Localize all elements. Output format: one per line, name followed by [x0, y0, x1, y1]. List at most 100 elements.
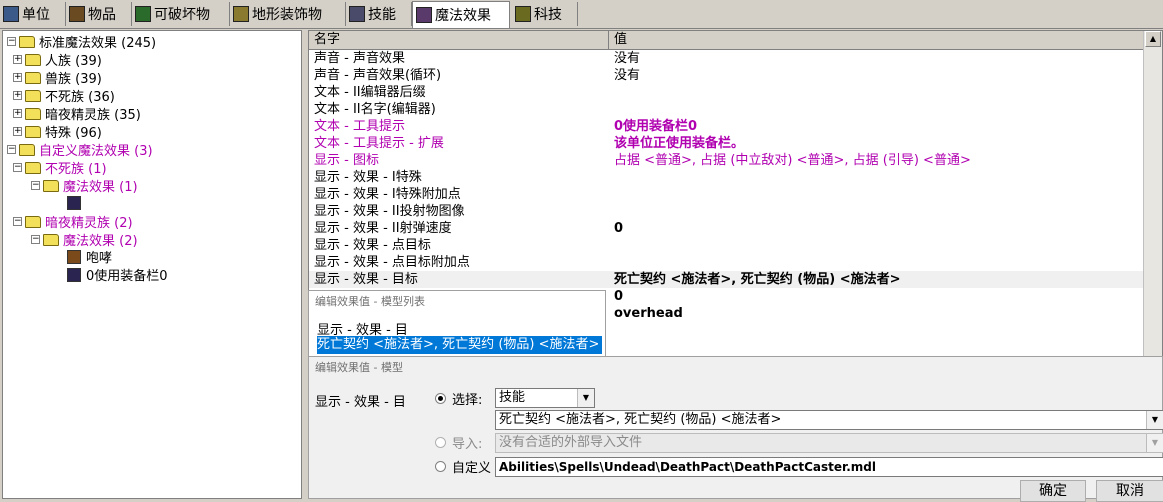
table-row[interactable]: 显示 - 效果 - II射弹速度 0	[309, 220, 1144, 237]
property-name: 文本 - II名字(编辑器)	[314, 102, 436, 117]
folder-open-icon	[19, 35, 35, 48]
collapse-icon[interactable]: −	[13, 163, 22, 172]
table-row[interactable]: 声音 - 声音效果(循环) 没有	[309, 67, 1144, 84]
buff-icon	[67, 195, 81, 210]
property-value: overhead	[614, 306, 683, 321]
property-name: 显示 - 效果 - 目标	[314, 272, 418, 287]
property-value: 占据 <普通>, 占据 (中立敌对) <普通>, 占据 (引导) <普通>	[614, 153, 971, 168]
expand-icon[interactable]: +	[13, 109, 22, 118]
radio-custom[interactable]	[435, 461, 446, 472]
table-row[interactable]: 文本 - 工具提示 0使用装备栏0	[309, 118, 1144, 135]
tree-item-roar[interactable]: 咆哮	[67, 248, 112, 266]
category-dropdown[interactable]: 技能 ▼	[495, 388, 595, 408]
collapse-icon[interactable]: −	[31, 181, 40, 190]
chevron-down-icon[interactable]: ▼	[1146, 434, 1163, 452]
property-value: 没有	[614, 68, 641, 83]
buff-icon	[416, 7, 432, 23]
collapse-icon[interactable]: −	[7, 145, 16, 154]
model-edit-dialog: 编辑效果值 - 模型 显示 - 效果 - 目 选择: 技能 ▼ 死亡契约 <施法…	[308, 356, 1163, 502]
tree-node-custom-nightelf-buffs[interactable]: − 魔法效果 (2)	[31, 231, 138, 249]
tree-node-standard-buffs[interactable]: − 标准魔法效果 (245)	[7, 33, 156, 51]
dialog-title: 编辑效果值 - 模型列表	[315, 295, 425, 308]
folder-icon	[25, 125, 41, 138]
model-dropdown[interactable]: 死亡契约 <施法者>, 死亡契约 (物品) <施法者> ▼	[495, 410, 1163, 430]
property-name: 显示 - 图标	[314, 153, 379, 168]
property-name: 文本 - 工具提示	[314, 119, 405, 134]
radio-custom-label: 自定义	[452, 461, 492, 476]
column-header-name[interactable]: 名字	[309, 31, 609, 49]
chevron-down-icon[interactable]: ▼	[1146, 411, 1163, 429]
tree-item-undead-buff[interactable]	[67, 194, 86, 211]
property-name: 声音 - 声音效果(循环)	[314, 68, 442, 83]
property-value: 0	[614, 289, 624, 304]
tree-node-human[interactable]: + 人族 (39)	[13, 51, 102, 69]
tree-node-orc[interactable]: + 兽族 (39)	[13, 69, 102, 87]
property-name: 声音 - 声音效果	[314, 51, 405, 66]
table-row[interactable]: 文本 - II名字(编辑器)	[309, 101, 1144, 118]
collapse-icon[interactable]: −	[7, 37, 16, 46]
tab-abilities[interactable]: 技能	[346, 2, 412, 26]
tree-node-custom-buffs[interactable]: − 自定义魔法效果 (3)	[7, 141, 153, 159]
tree-node-custom-nightelf[interactable]: − 暗夜精灵族 (2)	[13, 213, 133, 231]
property-name: 显示 - 效果 - 点目标	[314, 238, 431, 253]
table-row[interactable]: 显示 - 效果 - II投射物图像	[309, 203, 1144, 220]
tree-node-custom-undead[interactable]: − 不死族 (1)	[13, 159, 107, 177]
property-name: 显示 - 效果 - II射弹速度	[314, 221, 452, 236]
tree-node-undead[interactable]: + 不死族 (36)	[13, 87, 115, 105]
folder-icon	[25, 71, 41, 84]
folder-open-icon	[43, 233, 59, 246]
tab-destructibles[interactable]: 可破坏物	[132, 2, 230, 26]
radio-import[interactable]	[435, 437, 446, 448]
radio-select[interactable]	[435, 393, 446, 404]
tree-node-custom-undead-buffs[interactable]: − 魔法效果 (1)	[31, 177, 138, 195]
tab-upgrades[interactable]: 科技	[512, 2, 578, 26]
tab-doodads[interactable]: 地形装饰物	[230, 2, 346, 26]
table-row[interactable]: 显示 - 图标 占据 <普通>, 占据 (中立敌对) <普通>, 占据 (引导) …	[309, 152, 1144, 169]
property-value: 0使用装备栏0	[614, 119, 698, 134]
property-name: 显示 - 效果 - I特殊附加点	[314, 187, 461, 202]
chevron-down-icon[interactable]: ▼	[577, 389, 594, 407]
expand-icon[interactable]: +	[13, 127, 22, 136]
property-value: 0	[614, 221, 624, 236]
object-tree[interactable]: − 标准魔法效果 (245) + 人族 (39) + 兽族 (39) + 不死族…	[2, 30, 302, 499]
folder-icon	[25, 53, 41, 66]
folder-icon	[25, 107, 41, 120]
table-row[interactable]: 显示 - 效果 - 点目标	[309, 237, 1144, 254]
model-list-dialog: 编辑效果值 - 模型列表 显示 - 效果 - 目 死亡契约 <施法者>, 死亡契…	[308, 290, 606, 360]
model-list-item-selected[interactable]: 死亡契约 <施法者>, 死亡契约 (物品) <施法者>	[317, 336, 602, 354]
table-row[interactable]: 文本 - II编辑器后缀	[309, 84, 1144, 101]
tree-item-equip-slot[interactable]: 0使用装备栏0	[67, 266, 168, 284]
property-name: 显示 - 效果 - II投射物图像	[314, 204, 465, 219]
tab-items[interactable]: 物品	[66, 2, 132, 26]
tree-node-special[interactable]: + 特殊 (96)	[13, 123, 102, 141]
collapse-icon[interactable]: −	[13, 217, 22, 226]
expand-icon[interactable]: +	[13, 91, 22, 100]
column-header-value[interactable]: 值	[609, 31, 1144, 49]
tab-units[interactable]: 单位	[0, 2, 66, 26]
radio-select-label: 选择:	[452, 393, 483, 408]
tree-node-nightelf[interactable]: + 暗夜精灵族 (35)	[13, 105, 141, 123]
tab-buffs[interactable]: 魔法效果	[412, 1, 510, 28]
table-row[interactable]: 显示 - 效果 - I特殊附加点	[309, 186, 1144, 203]
object-type-tabbar: 单位 物品 可破坏物 地形装饰物 技能 魔法效果 科技	[0, 0, 1163, 29]
expand-icon[interactable]: +	[13, 55, 22, 64]
property-name: 显示 - 效果 - 点目标附加点	[314, 255, 470, 270]
property-value: 没有	[614, 51, 641, 66]
custom-path-input[interactable]: Abilities\Spells\Undead\DeathPact\DeathP…	[495, 457, 1163, 477]
import-dropdown[interactable]: 没有合适的外部导入文件 ▼	[495, 433, 1163, 453]
folder-open-icon	[19, 143, 35, 156]
destructible-icon	[135, 6, 151, 22]
folder-open-icon	[43, 179, 59, 192]
collapse-icon[interactable]: −	[31, 235, 40, 244]
table-row[interactable]: 文本 - 工具提示 - 扩展 该单位正使用装备栏。	[309, 135, 1144, 152]
property-value: 死亡契约 <施法者>, 死亡契约 (物品) <施法者>	[614, 272, 901, 287]
table-row[interactable]: 声音 - 声音效果 没有	[309, 50, 1144, 67]
dialog-field-label: 显示 - 效果 - 目	[315, 395, 406, 410]
radio-import-label: 导入:	[452, 437, 483, 452]
table-row[interactable]: 显示 - 效果 - 点目标附加点	[309, 254, 1144, 271]
scroll-up-icon[interactable]: ▲	[1145, 31, 1161, 47]
table-row[interactable]: 显示 - 效果 - 目标 死亡契约 <施法者>, 死亡契约 (物品) <施法者>	[309, 271, 1144, 288]
table-row[interactable]: 显示 - 效果 - I特殊	[309, 169, 1144, 186]
expand-icon[interactable]: +	[13, 73, 22, 82]
dialog-title: 编辑效果值 - 模型	[315, 361, 403, 374]
